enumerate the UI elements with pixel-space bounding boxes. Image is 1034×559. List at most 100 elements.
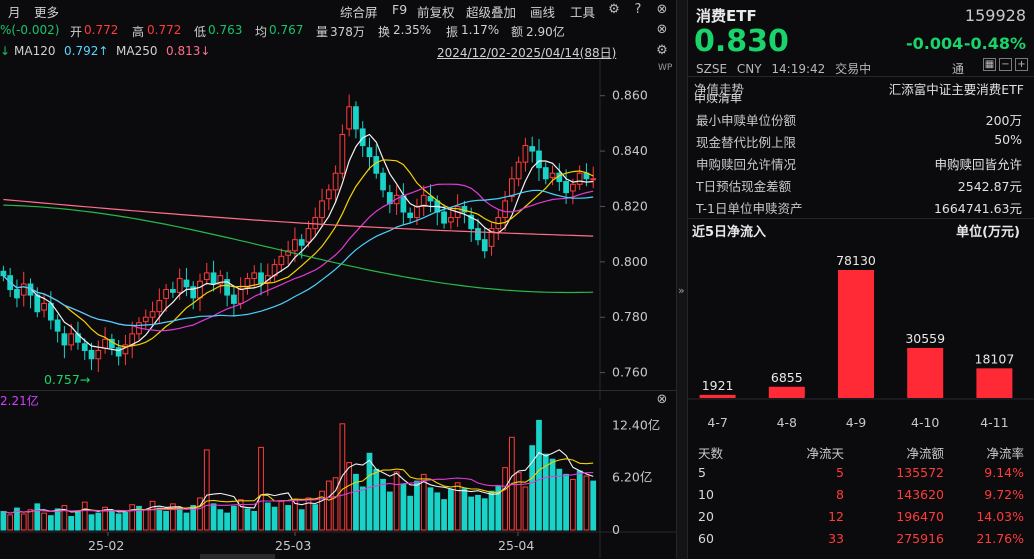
y-tick-label: 0.760 bbox=[612, 365, 648, 380]
table-row: 5 5 135572 9.14% bbox=[688, 462, 1034, 484]
cell-inflow-amount: 275916 bbox=[896, 531, 944, 546]
cell-inflow-days: 5 bbox=[836, 465, 844, 480]
divider bbox=[0, 390, 676, 391]
minus-icon[interactable]: − bbox=[999, 58, 1012, 71]
toolbar-item-composite[interactable]: 综合屏 bbox=[340, 2, 378, 21]
kv-row: T日预估现金差额 2542.87元 bbox=[688, 173, 1034, 195]
fund-code: 159928 bbox=[964, 6, 1026, 25]
net-inflow-title: 近5日净流入 bbox=[692, 225, 767, 240]
col-inflow-amount: 净流额 bbox=[906, 446, 944, 461]
close-subchart-icon[interactable]: ⊗ bbox=[654, 22, 670, 38]
kv-value: 申购赎回皆允许 bbox=[934, 157, 1022, 172]
ma120-label: MA120 bbox=[14, 44, 56, 58]
cell-inflow-amount: 135572 bbox=[896, 465, 944, 480]
volume-chart[interactable]: 12.40亿 6.20亿 0 25-02 25-03 25-04 bbox=[0, 408, 676, 559]
net-inflow-unit: 单位(万元) bbox=[956, 225, 1020, 240]
table-header: 天数 净流天 净流额 净流率 bbox=[688, 440, 1034, 462]
inflow-category-label: 4-7 bbox=[707, 415, 727, 430]
net-inflow-chart: 1921 4-7 6855 4-8 78130 4-9 30559 4-10 18107 4-11 bbox=[688, 253, 1034, 430]
section-subscribe-list: 申赎清单 bbox=[694, 94, 743, 104]
ma250-label: MA250 bbox=[116, 44, 158, 58]
low-value: 0.763 bbox=[208, 23, 243, 37]
cell-inflow-days: 33 bbox=[828, 531, 844, 546]
volume-value: 378万 bbox=[330, 25, 365, 39]
ma-lines bbox=[2, 133, 594, 352]
kline-grid bbox=[599, 60, 605, 400]
close-icon[interactable]: ⊗ bbox=[654, 2, 670, 18]
inflow-bar bbox=[768, 386, 805, 398]
quote-bar: %(-0.002) 开 0.772 高 0.772 低 0.763 均 0.76… bbox=[0, 20, 676, 40]
table-row: 20 12 196470 14.03% bbox=[688, 506, 1034, 528]
x-tick-label: 25-02 bbox=[88, 538, 124, 553]
inflow-bar-value: 30559 bbox=[905, 331, 945, 346]
wp-icon[interactable]: WP bbox=[658, 63, 673, 73]
low-label: 低 bbox=[194, 25, 207, 39]
close-volume-icon[interactable]: ⊗ bbox=[654, 392, 670, 408]
connect-label: 通 bbox=[952, 62, 965, 76]
grid-icon[interactable]: ▦ bbox=[983, 58, 996, 71]
panel-tabs: 净值走势 汇添富中证主要消费ETF bbox=[688, 76, 1034, 98]
settings-gear-icon[interactable]: ⚙ bbox=[606, 2, 622, 18]
date-range[interactable]: 2024/12/02-2025/04/14(88日) bbox=[437, 44, 616, 61]
tab-fund-name[interactable]: 汇添富中证主要消费ETF bbox=[889, 79, 1024, 98]
avg-value: 0.767 bbox=[269, 23, 304, 37]
x-tick-label: 25-04 bbox=[498, 538, 534, 553]
avg-label: 均 bbox=[255, 25, 268, 39]
table-row: 10 8 143620 9.72% bbox=[688, 484, 1034, 506]
settings-icon[interactable]: ⚙ bbox=[654, 43, 670, 59]
period-month-button[interactable]: 月 bbox=[8, 2, 21, 21]
toolbar-item-overlay[interactable]: 超级叠加 bbox=[466, 2, 516, 21]
price-change-pct: -0.48% bbox=[963, 34, 1026, 53]
inflow-bar bbox=[699, 394, 736, 398]
expand-chevron-icon[interactable]: » bbox=[678, 284, 685, 297]
inflow-category-label: 4-9 bbox=[846, 415, 866, 430]
toolbar-item-tools[interactable]: 工具 bbox=[570, 2, 595, 21]
panel-icons: ▦ − + bbox=[983, 58, 1028, 71]
inflow-bar bbox=[976, 368, 1013, 398]
cell-days: 60 bbox=[698, 531, 714, 546]
last-price: 0.830 bbox=[694, 24, 789, 59]
kline-panel: 月 更多 综合屏 F9 前复权 超级叠加 画线 工具 ⚙ ? ⊗ %(-0.00… bbox=[0, 0, 676, 559]
quote-time: 14:19:42 bbox=[771, 62, 826, 76]
inflow-category-label: 4-8 bbox=[777, 415, 797, 430]
kv-row: 申购赎回允许情况 申购赎回皆允许 bbox=[688, 151, 1034, 173]
kv-key: 最小申赎单位份额 bbox=[696, 113, 797, 128]
turnover-value: 2.35% bbox=[393, 23, 432, 37]
kv-value: 50% bbox=[994, 132, 1022, 147]
kv-key: T日预估现金差额 bbox=[696, 179, 792, 194]
fund-name: 消费ETF bbox=[696, 7, 757, 25]
inflow-category-label: 4-10 bbox=[911, 415, 939, 430]
date-x-axis: 25-02 25-03 25-04 bbox=[88, 532, 534, 559]
toolbar-item-adjust[interactable]: 前复权 bbox=[417, 2, 455, 21]
cell-inflow-days: 12 bbox=[828, 509, 844, 524]
plus-icon[interactable]: + bbox=[1015, 58, 1028, 71]
cell-inflow-amount: 196470 bbox=[896, 509, 944, 524]
y-tick-label: 0.820 bbox=[612, 198, 648, 213]
panel-splitter[interactable] bbox=[676, 0, 688, 559]
high-value: 0.772 bbox=[147, 23, 182, 37]
vol-y-tick-label: 6.20亿 bbox=[612, 470, 652, 485]
ma-marker: ↓ bbox=[0, 44, 11, 58]
inflow-bar-value: 1921 bbox=[702, 378, 734, 393]
open-value: 0.772 bbox=[84, 23, 119, 37]
more-button[interactable]: 更多 bbox=[34, 2, 59, 21]
quote-meta: SZSE CNY 14:19:42 交易中 bbox=[696, 60, 877, 77]
trade-status: 交易中 bbox=[835, 62, 872, 76]
chart-toolbar: 月 更多 综合屏 F9 前复权 超级叠加 画线 工具 ⚙ ? ⊗ bbox=[0, 0, 676, 20]
help-icon[interactable]: ? bbox=[630, 2, 646, 18]
col-inflow-rate: 净流率 bbox=[986, 446, 1024, 461]
inflow-bar bbox=[838, 270, 874, 398]
change-partial: %(-0.002) bbox=[0, 23, 60, 37]
toolbar-item-draw[interactable]: 画线 bbox=[530, 2, 555, 21]
kv-key: 申购赎回允许情况 bbox=[696, 157, 797, 172]
exchange: SZSE bbox=[696, 62, 728, 76]
kv-key: 现金替代比例上限 bbox=[696, 135, 797, 150]
amplitude-value: 1.17% bbox=[461, 23, 500, 37]
kline-chart[interactable]: 0.860 0.840 0.820 0.800 0.780 0.760 0.757→ WP bbox=[0, 60, 676, 400]
open-label: 开 bbox=[70, 25, 83, 39]
cell-inflow-days: 8 bbox=[836, 487, 844, 502]
currency: CNY bbox=[736, 62, 762, 76]
amount-partial: 2.21亿 bbox=[0, 394, 39, 408]
kv-value: 200万 bbox=[985, 113, 1022, 128]
toolbar-item-f9[interactable]: F9 bbox=[392, 2, 407, 17]
